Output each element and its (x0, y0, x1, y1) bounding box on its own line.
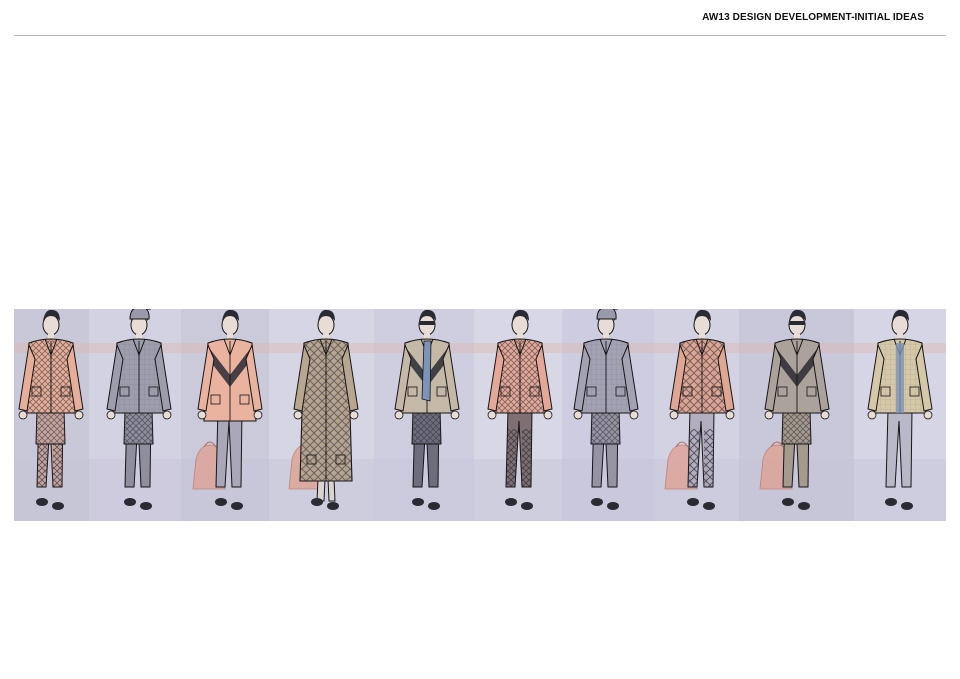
shoe-right (140, 502, 152, 510)
hat-icon (129, 309, 150, 320)
shoe-left (311, 498, 323, 506)
hand-right (820, 410, 830, 420)
hand-left (197, 410, 207, 420)
sunglasses-icon (789, 321, 805, 325)
page-header: AW13 DESIGN DEVELOPMENT-INITIAL IDEAS (14, 0, 946, 36)
page-title: AW13 DESIGN DEVELOPMENT-INITIAL IDEAS (702, 12, 924, 23)
sunglasses-icon (419, 321, 435, 325)
hand-right (253, 410, 263, 420)
shoe-right (521, 502, 533, 510)
shoe-right (52, 502, 64, 510)
hand-left (106, 410, 116, 420)
shoe-left (36, 498, 48, 506)
lineup-illustration (14, 309, 946, 521)
hand-left (669, 410, 679, 420)
hand-left (293, 410, 303, 420)
lineup-strip (14, 309, 946, 521)
hand-left (573, 410, 583, 420)
shoe-right (231, 502, 243, 510)
hat-icon (596, 309, 617, 320)
shoe-right (428, 502, 440, 510)
hand-left (867, 410, 877, 420)
shoe-left (505, 498, 517, 506)
hand-right (725, 410, 735, 420)
hand-right (923, 410, 933, 420)
hand-right (450, 410, 460, 420)
shoe-left (412, 498, 424, 506)
hand-left (764, 410, 774, 420)
hand-right (629, 410, 639, 420)
hand-left (394, 410, 404, 420)
hand-right (74, 410, 84, 420)
shoe-left (687, 498, 699, 506)
scarf (421, 340, 432, 402)
shoe-right (901, 502, 913, 510)
shoe-right (798, 502, 810, 510)
hand-right (543, 410, 553, 420)
shoe-left (885, 498, 897, 506)
hand-right (349, 410, 359, 420)
shoe-left (782, 498, 794, 506)
shoe-left (591, 498, 603, 506)
hand-left (487, 410, 497, 420)
shoe-right (703, 502, 715, 510)
shoe-left (215, 498, 227, 506)
hand-right (162, 410, 172, 420)
shoe-left (124, 498, 136, 506)
hand-left (18, 410, 28, 420)
shoe-right (607, 502, 619, 510)
shirt-panel (896, 343, 904, 413)
shoe-right (327, 502, 339, 510)
